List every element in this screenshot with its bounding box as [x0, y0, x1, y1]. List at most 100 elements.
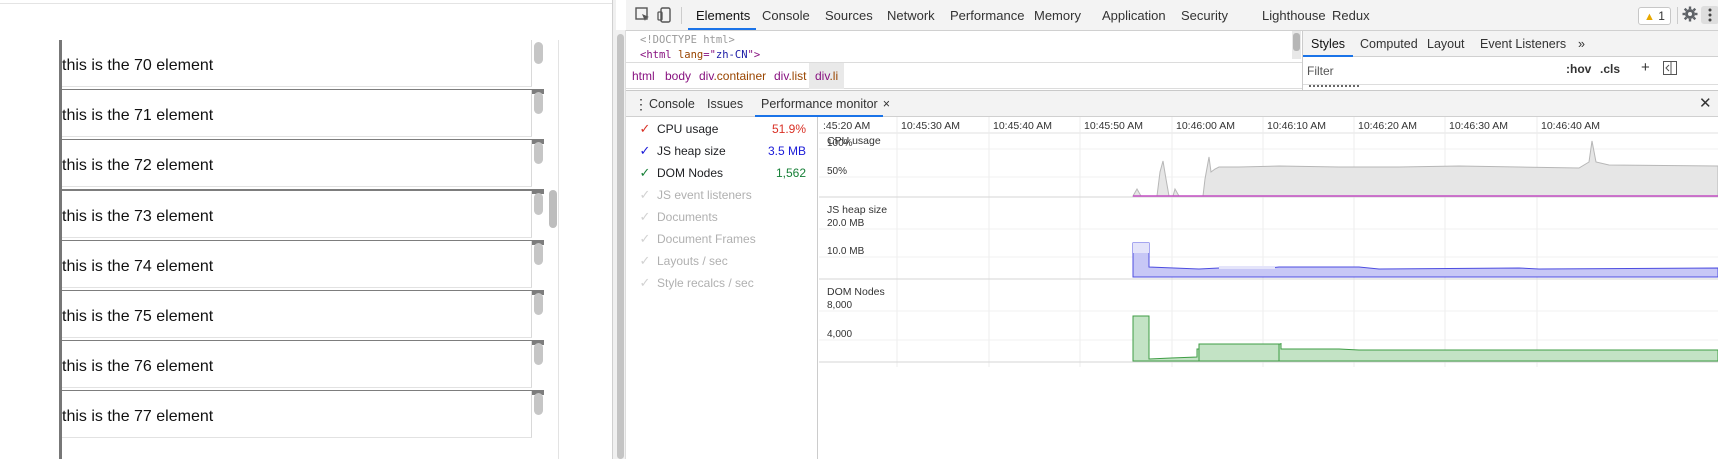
styles-filter-input[interactable] — [1307, 61, 1557, 81]
tab-elements[interactable]: Elements — [696, 0, 750, 30]
checkmark-icon[interactable]: ✓ — [638, 272, 652, 294]
drawer-tab-issues[interactable]: Issues — [707, 91, 743, 117]
breadcrumb-class: .list — [788, 69, 807, 83]
checkmark-icon[interactable]: ✓ — [638, 228, 652, 250]
metric-row[interactable]: ✓ JS heap size 3.5 MB — [626, 140, 818, 162]
kebab-menu-icon[interactable] — [1701, 6, 1718, 24]
scrollbar-thumb[interactable] — [1293, 33, 1300, 51]
js-heap-peak — [1133, 243, 1149, 253]
breadcrumb-class: .li — [829, 69, 839, 83]
tab-lighthouse[interactable]: Lighthouse — [1262, 0, 1326, 30]
list-item-scrollbar[interactable] — [534, 293, 543, 315]
devtools-main-toolbar: ▲ 1 Elements Console Sources Network Perform… — [626, 0, 1718, 31]
tab-console[interactable]: Console — [762, 0, 810, 30]
list-item-text: this is the 74 element — [62, 257, 214, 275]
metric-row[interactable]: ✓ Document Frames — [626, 228, 818, 250]
scrollbar-thumb[interactable] — [617, 34, 624, 459]
list-item-scrollbar[interactable] — [534, 343, 543, 366]
time-tick-label: 10:46:40 AM — [1541, 120, 1600, 132]
list-scrollbar-thumb[interactable] — [549, 190, 557, 228]
metric-label: JS heap size — [657, 144, 726, 158]
breadcrumb-item[interactable]: div.container — [699, 63, 766, 89]
styles-tab-computed[interactable]: Computed — [1360, 31, 1418, 57]
tab-network[interactable]: Network — [887, 0, 935, 30]
breadcrumb-item[interactable]: div.list — [774, 63, 806, 89]
close-tab-icon[interactable]: × — [883, 97, 890, 111]
breadcrumb-item[interactable]: html — [632, 63, 655, 89]
list-item-scrollbar[interactable] — [534, 142, 543, 165]
time-tick-label: 10:45:40 AM — [993, 120, 1052, 132]
checkmark-icon[interactable]: ✓ — [638, 118, 652, 140]
checkmark-icon[interactable]: ✓ — [638, 250, 652, 272]
list-right-border — [558, 40, 559, 459]
list-item: this is the 73 element — [62, 190, 544, 246]
breadcrumb-tag: div — [815, 69, 830, 83]
list-item-scrollbar[interactable] — [534, 393, 543, 416]
checkmark-icon[interactable]: ✓ — [638, 162, 652, 184]
checkmark-icon[interactable]: ✓ — [638, 184, 652, 206]
list-item: this is the 76 element — [62, 341, 544, 396]
time-tick-label: 10:46:20 AM — [1358, 120, 1417, 132]
styles-tab-layout[interactable]: Layout — [1427, 31, 1465, 57]
tab-security[interactable]: Security — [1181, 0, 1228, 30]
sidebar-toggle-icon[interactable] — [1663, 61, 1677, 78]
performance-monitor: ✓ CPU usage 51.9% ✓ JS heap size 3.5 MB ✓ DOM N… — [626, 117, 1718, 459]
drawer-tab-console[interactable]: Console — [649, 91, 695, 117]
styles-tab-styles[interactable]: Styles — [1311, 31, 1345, 57]
devtools-panel: ▲ 1 Elements Console Sources Network Perform… — [616, 0, 1718, 459]
metric-row[interactable]: ✓ DOM Nodes 1,562 — [626, 162, 818, 184]
metric-list: ✓ CPU usage 51.9% ✓ JS heap size 3.5 MB ✓ DOM N… — [626, 117, 818, 459]
list-item-text: this is the 72 element — [62, 157, 214, 175]
metric-row[interactable]: ✓ Style recalcs / sec — [626, 272, 818, 294]
devtools-scrollbar[interactable] — [616, 30, 626, 459]
metric-label: CPU usage — [657, 122, 719, 136]
breadcrumb-tag: html — [632, 69, 655, 83]
list-item-text: this is the 75 element — [62, 308, 214, 325]
toolbar-separator — [681, 7, 682, 24]
double-chevron-right-icon[interactable]: » — [1578, 31, 1585, 57]
drawer-tab-label: Issues — [707, 97, 744, 111]
list-item-text: this is the 77 element — [62, 408, 214, 426]
breadcrumb-item[interactable]: div.li — [809, 63, 845, 89]
drawer-tab-performance-monitor[interactable]: Performance monitor × — [761, 91, 890, 117]
metric-label: JS event listeners — [657, 188, 752, 202]
list-item-scrollbar[interactable] — [534, 92, 543, 115]
cls-toggle-button[interactable]: .cls — [1600, 62, 1620, 76]
metric-value: 1,562 — [775, 166, 806, 180]
doctype-line[interactable]: <!DOCTYPE html> — [640, 34, 1279, 49]
gear-icon[interactable] — [1681, 6, 1699, 24]
chart-title: DOM Nodes — [827, 286, 885, 298]
dom-tree[interactable]: <!DOCTYPE html> <html lang="zh-CN"> — [626, 31, 1279, 66]
metric-row[interactable]: ✓ CPU usage 51.9% — [626, 118, 818, 140]
metric-row[interactable]: ✓ JS event listeners — [626, 184, 818, 206]
metric-row[interactable]: ✓ Documents — [626, 206, 818, 228]
chart-axis-label: 50% — [827, 166, 847, 177]
metric-row[interactable]: ✓ Layouts / sec — [626, 250, 818, 272]
list-item-scrollbar[interactable] — [534, 192, 543, 215]
checkmark-icon[interactable]: ✓ — [638, 140, 652, 162]
styles-tab-event-listeners[interactable]: Event Listeners — [1480, 31, 1566, 57]
hov-toggle-button[interactable]: :hov — [1566, 62, 1591, 76]
breadcrumb-item[interactable]: body — [665, 63, 691, 89]
chart-axis-label: 8,000 — [827, 300, 852, 311]
list-item-scrollbar[interactable] — [534, 42, 543, 64]
tab-performance[interactable]: Performance — [950, 0, 1024, 30]
cursor-select-icon[interactable] — [634, 6, 652, 24]
list-item-scrollbar[interactable] — [534, 242, 543, 265]
virtual-list[interactable]: this is the 70 element this is the 71 ele… — [62, 40, 544, 459]
breadcrumb-class: .container — [713, 69, 767, 83]
add-style-rule-button[interactable]: + — [1641, 59, 1650, 76]
checkmark-icon[interactable]: ✓ — [638, 206, 652, 228]
tab-sources[interactable]: Sources — [825, 0, 873, 30]
breadcrumb-tag: body — [665, 69, 692, 83]
close-icon[interactable]: ✕ — [1699, 91, 1712, 117]
kebab-menu-icon[interactable]: ⋮ — [634, 91, 648, 117]
styles-tabs: Styles Computed Layout Event Listeners » — [1303, 31, 1718, 57]
tab-application[interactable]: Application — [1102, 0, 1166, 30]
list-item-text: this is the 71 element — [62, 107, 214, 125]
tab-redux[interactable]: Redux — [1332, 0, 1370, 30]
tab-memory[interactable]: Memory — [1034, 0, 1081, 30]
device-toggle-icon[interactable] — [656, 6, 674, 24]
dom-tree-scrollbar[interactable] — [1292, 31, 1301, 59]
list-item: this is the 71 element — [62, 90, 544, 145]
